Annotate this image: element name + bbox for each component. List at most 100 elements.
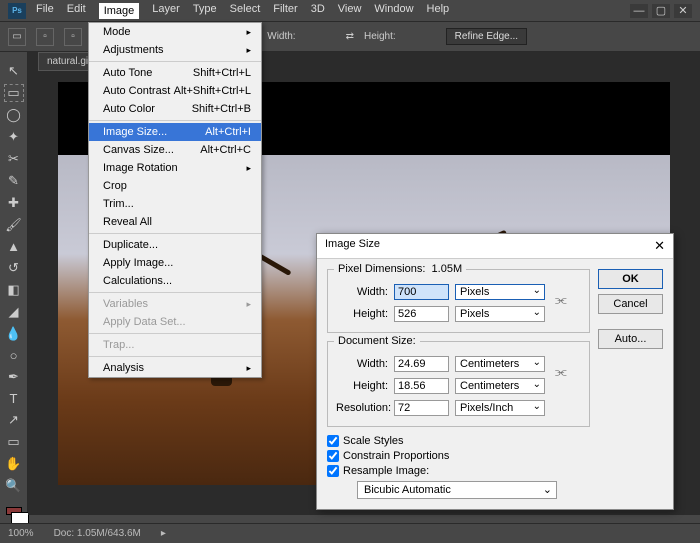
doc-info-dropdown-icon[interactable]: ▸ bbox=[161, 528, 166, 539]
image-size-dialog: Image Size ✕ Pixel Dimensions: 1.05M Wid… bbox=[316, 233, 674, 510]
menu-item-image-rotation[interactable]: Image Rotation bbox=[89, 159, 261, 177]
marquee-tool-preset-icon[interactable]: ▭ bbox=[8, 28, 26, 46]
ds-height-label: Height: bbox=[336, 380, 388, 392]
image-menu-dropdown: ModeAdjustmentsAuto ToneShift+Ctrl+LAuto… bbox=[88, 22, 262, 378]
refine-edge-button[interactable]: Refine Edge... bbox=[446, 28, 527, 45]
minimize-button[interactable]: — bbox=[630, 4, 648, 18]
ok-button[interactable]: OK bbox=[598, 269, 663, 289]
maximize-button[interactable]: ▢ bbox=[652, 4, 670, 18]
ds-res-unit[interactable]: Pixels/Inch bbox=[455, 400, 545, 416]
wand-tool[interactable]: ✦ bbox=[4, 128, 24, 146]
menu-help[interactable]: Help bbox=[427, 3, 450, 19]
link-icon[interactable]: ⫘ bbox=[555, 292, 567, 308]
selection-add-icon[interactable]: ▫ bbox=[64, 28, 82, 46]
menu-bar: File Edit Image Layer Type Select Filter… bbox=[36, 3, 449, 19]
dodge-tool[interactable]: ○ bbox=[4, 347, 24, 364]
menu-item-auto-contrast[interactable]: Auto ContrastAlt+Shift+Ctrl+L bbox=[89, 82, 261, 100]
menu-item-image-size[interactable]: Image Size...Alt+Ctrl+I bbox=[89, 123, 261, 141]
pen-tool[interactable]: ✒ bbox=[4, 368, 24, 386]
shape-tool[interactable]: ▭ bbox=[4, 433, 24, 451]
dialog-titlebar: Image Size ✕ bbox=[317, 234, 673, 259]
menu-item-analysis[interactable]: Analysis bbox=[89, 359, 261, 377]
menu-item-crop[interactable]: Crop bbox=[89, 177, 261, 195]
close-button[interactable]: ✕ bbox=[674, 4, 692, 18]
ds-res-input[interactable] bbox=[394, 400, 449, 416]
stamp-tool[interactable]: ▲ bbox=[4, 238, 24, 255]
path-tool[interactable]: ↗ bbox=[4, 411, 24, 429]
width-label: Width: bbox=[267, 31, 295, 42]
menu-view[interactable]: View bbox=[338, 3, 362, 19]
doc-info: Doc: 1.05M/643.6M bbox=[54, 528, 141, 539]
auto-button[interactable]: Auto... bbox=[598, 329, 663, 349]
ds-width-unit[interactable]: Centimeters bbox=[455, 356, 545, 372]
menu-select[interactable]: Select bbox=[230, 3, 261, 19]
height-label: Height: bbox=[364, 31, 396, 42]
crop-tool[interactable]: ✂ bbox=[4, 150, 24, 168]
menu-item-mode[interactable]: Mode bbox=[89, 23, 261, 41]
ds-width-input[interactable] bbox=[394, 356, 449, 372]
constrain-checkbox[interactable] bbox=[327, 450, 339, 462]
pixel-dim-legend: Pixel Dimensions: bbox=[338, 263, 425, 275]
scale-styles-checkbox[interactable] bbox=[327, 435, 339, 447]
menu-type[interactable]: Type bbox=[193, 3, 217, 19]
menu-item-calculations[interactable]: Calculations... bbox=[89, 272, 261, 290]
cancel-button[interactable]: Cancel bbox=[598, 294, 663, 314]
ds-height-input[interactable] bbox=[394, 378, 449, 394]
brush-tool[interactable]: 🖌 bbox=[4, 216, 24, 234]
status-bar: 100% Doc: 1.05M/643.6M ▸ bbox=[0, 523, 700, 543]
menu-item-canvas-size[interactable]: Canvas Size...Alt+Ctrl+C bbox=[89, 141, 261, 159]
resample-method-select[interactable]: Bicubic Automatic bbox=[357, 481, 557, 499]
gradient-tool[interactable]: ◢ bbox=[4, 303, 24, 321]
hand-tool[interactable]: ✋ bbox=[4, 455, 24, 473]
menu-layer[interactable]: Layer bbox=[152, 3, 180, 19]
blur-tool[interactable]: 💧 bbox=[4, 325, 24, 343]
pixel-dimensions-group: Pixel Dimensions: 1.05M Width: Pixels ⫘ … bbox=[327, 269, 590, 333]
ds-height-unit[interactable]: Centimeters bbox=[455, 378, 545, 394]
menu-item-adjustments[interactable]: Adjustments bbox=[89, 41, 261, 59]
doc-size-legend: Document Size: bbox=[334, 335, 420, 347]
pixel-dim-size: 1.05M bbox=[432, 263, 463, 275]
resample-checkbox[interactable] bbox=[327, 465, 339, 477]
menu-item-trap: Trap... bbox=[89, 336, 261, 354]
marquee-tool[interactable]: ▭ bbox=[4, 84, 24, 102]
menu-item-auto-tone[interactable]: Auto ToneShift+Ctrl+L bbox=[89, 64, 261, 82]
swap-icon[interactable]: ⇄ bbox=[346, 31, 354, 42]
pd-width-input[interactable] bbox=[394, 284, 449, 300]
heal-tool[interactable]: ✚ bbox=[4, 194, 24, 212]
move-tool[interactable]: ↖ bbox=[4, 62, 24, 80]
resample-label: Resample Image: bbox=[343, 465, 429, 477]
pd-width-unit[interactable]: Pixels bbox=[455, 284, 545, 300]
selection-new-icon[interactable]: ▫ bbox=[36, 28, 54, 46]
menu-image[interactable]: Image bbox=[99, 3, 140, 19]
color-swatch[interactable] bbox=[6, 507, 22, 515]
eyedropper-tool[interactable]: ✎ bbox=[4, 172, 24, 190]
document-size-group: Document Size: Width: Centimeters ⫘ Heig… bbox=[327, 341, 590, 427]
menu-item-duplicate[interactable]: Duplicate... bbox=[89, 236, 261, 254]
pd-height-unit[interactable]: Pixels bbox=[455, 306, 545, 322]
pd-height-label: Height: bbox=[336, 308, 388, 320]
menu-item-apply-image[interactable]: Apply Image... bbox=[89, 254, 261, 272]
window-controls: — ▢ ✕ bbox=[630, 4, 692, 18]
eraser-tool[interactable]: ◧ bbox=[4, 281, 24, 299]
app-logo: Ps bbox=[8, 3, 26, 19]
menu-filter[interactable]: Filter bbox=[273, 3, 297, 19]
dialog-close-icon[interactable]: ✕ bbox=[654, 238, 665, 254]
zoom-tool[interactable]: 🔍 bbox=[4, 477, 24, 495]
menu-item-trim[interactable]: Trim... bbox=[89, 195, 261, 213]
lasso-tool[interactable]: ◯ bbox=[4, 106, 24, 124]
menu-item-auto-color[interactable]: Auto ColorShift+Ctrl+B bbox=[89, 100, 261, 118]
ds-res-label: Resolution: bbox=[336, 402, 388, 414]
link-icon[interactable]: ⫘ bbox=[555, 364, 567, 380]
menu-window[interactable]: Window bbox=[374, 3, 413, 19]
zoom-level[interactable]: 100% bbox=[8, 528, 34, 539]
menu-file[interactable]: File bbox=[36, 3, 54, 19]
menu-item-variables: Variables bbox=[89, 295, 261, 313]
type-tool[interactable]: T bbox=[4, 390, 24, 407]
dialog-title: Image Size bbox=[325, 238, 380, 254]
history-brush-tool[interactable]: ↺ bbox=[4, 259, 24, 277]
menu-3d[interactable]: 3D bbox=[311, 3, 325, 19]
menu-item-reveal-all[interactable]: Reveal All bbox=[89, 213, 261, 231]
pd-width-label: Width: bbox=[336, 286, 388, 298]
pd-height-input[interactable] bbox=[394, 306, 449, 322]
menu-edit[interactable]: Edit bbox=[67, 3, 86, 19]
